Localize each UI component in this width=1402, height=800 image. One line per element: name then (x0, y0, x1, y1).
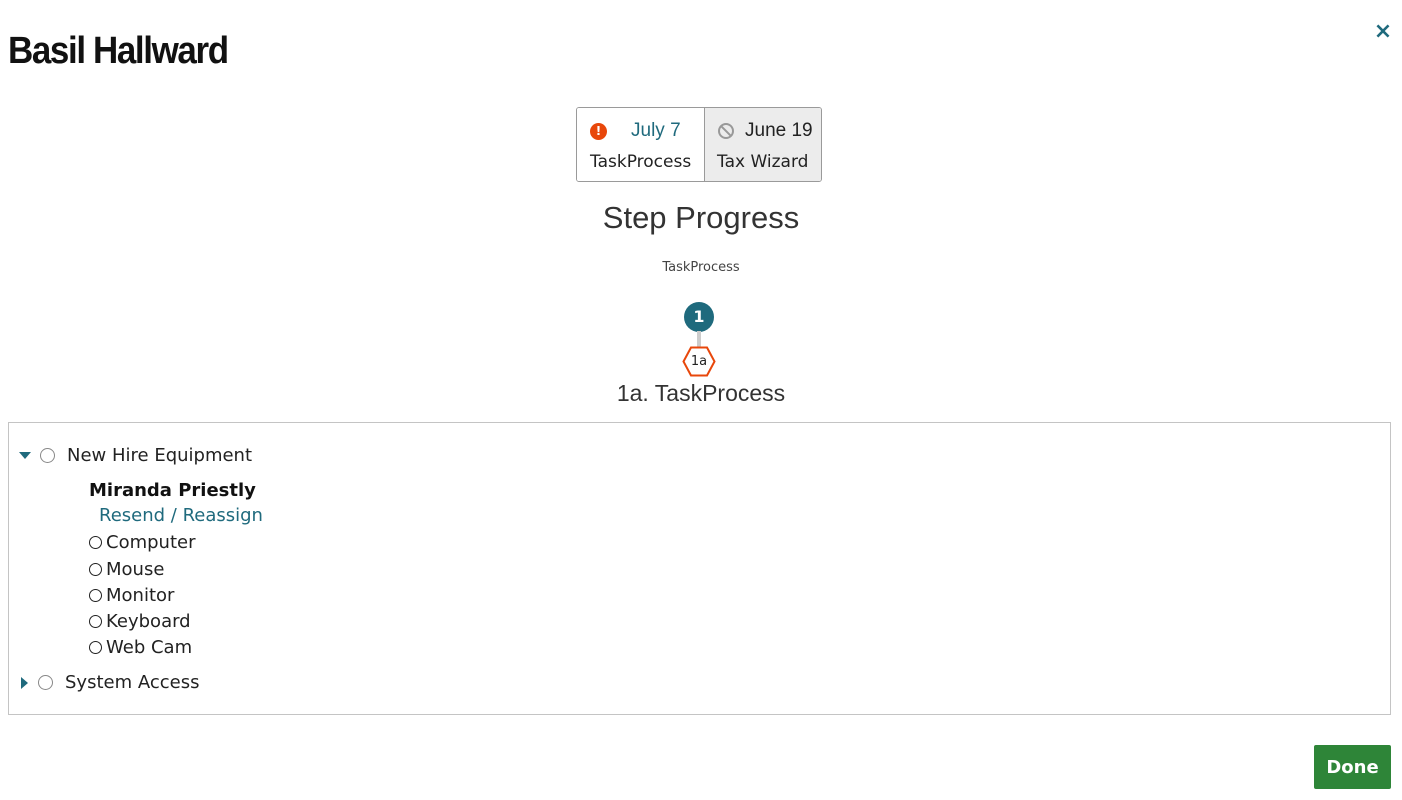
group-name: System Access (65, 672, 200, 693)
item-label: Computer (106, 532, 196, 553)
step-progress-heading: Step Progress (602, 200, 800, 235)
tab-tax-wizard[interactable]: June 19 Tax Wizard (705, 108, 821, 181)
list-item: Mouse (89, 559, 164, 580)
page-title: Basil Hallward (8, 30, 229, 72)
tab-name: TaskProcess (590, 152, 692, 172)
tab-taskprocess[interactable]: ! July 7 TaskProcess (577, 108, 705, 181)
substep-node[interactable]: 1a (682, 346, 716, 377)
step-connector (697, 331, 701, 347)
list-item: Monitor (89, 585, 174, 606)
assignee-name: Miranda Priestly (89, 480, 256, 501)
item-label: Keyboard (106, 611, 191, 632)
circle-bullet-icon (89, 535, 102, 549)
close-icon: × (1373, 19, 1393, 44)
circle-bullet-icon (89, 614, 102, 628)
item-label: Mouse (106, 559, 165, 580)
group-name: New Hire Equipment (67, 445, 253, 466)
done-button[interactable]: Done (1314, 745, 1391, 789)
substep-title: 1a. TaskProcess (616, 380, 786, 406)
caret-right-icon[interactable] (21, 677, 29, 689)
close-button[interactable]: × (1372, 20, 1394, 44)
group-radio[interactable] (40, 448, 55, 463)
date-tabs: ! July 7 TaskProcess June 19 Tax Wizard (576, 107, 822, 182)
list-item: Computer (89, 532, 195, 553)
step-node[interactable]: 1 (684, 302, 714, 332)
list-item: Keyboard (89, 611, 191, 632)
group-radio[interactable] (38, 675, 53, 690)
tab-date: July 7 (631, 120, 681, 141)
alert-icon: ! (590, 123, 607, 140)
tab-date: June 19 (745, 120, 813, 141)
item-label: Monitor (106, 585, 175, 606)
circle-bullet-icon (89, 562, 102, 576)
item-label: Web Cam (106, 637, 193, 658)
circle-bullet-icon (89, 640, 102, 654)
circle-bullet-icon (89, 588, 102, 602)
tab-name: Tax Wizard (717, 152, 809, 172)
list-item: Web Cam (89, 637, 192, 658)
step-progress-subheading: TaskProcess (662, 260, 740, 275)
task-panel: New Hire Equipment Miranda Priestly Rese… (8, 422, 1391, 715)
resend-reassign-link[interactable]: Resend / Reassign (99, 505, 263, 526)
blocked-icon (718, 123, 734, 139)
caret-down-icon[interactable] (19, 452, 31, 460)
